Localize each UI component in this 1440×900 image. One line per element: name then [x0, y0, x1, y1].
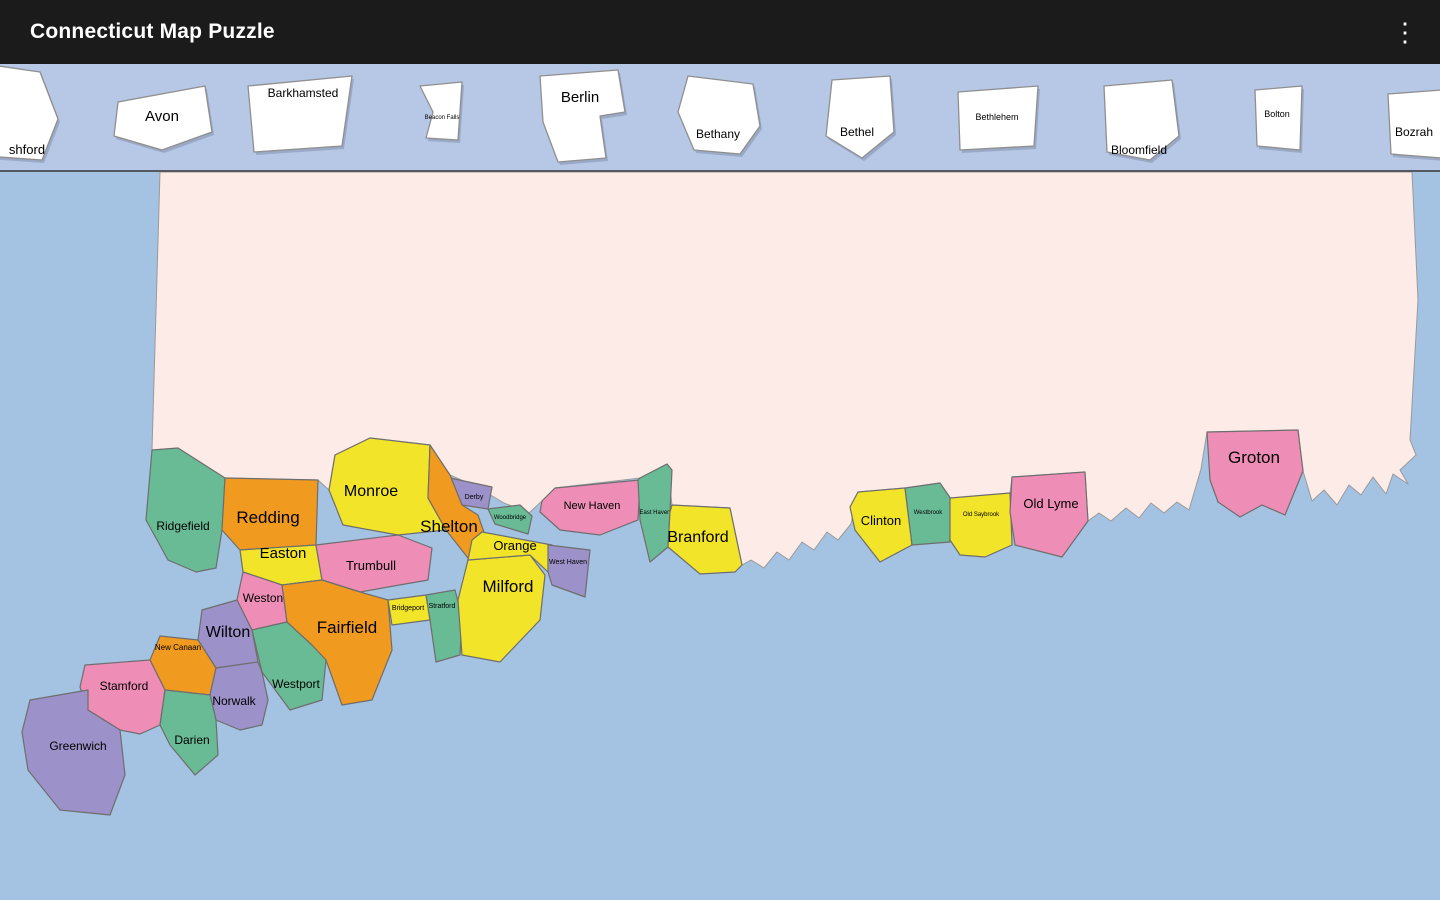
piece-label: shford [9, 142, 45, 157]
piece-label: East Haven [639, 510, 670, 516]
tray-piece-avon[interactable]: Avon [114, 86, 214, 153]
placed-piece-old-saybrook[interactable]: Old Saybrook [950, 493, 1012, 557]
placed-piece-bridgeport[interactable]: Bridgeport [388, 595, 430, 625]
piece-label: Stratford [429, 603, 456, 610]
piece-label: New Haven [564, 500, 621, 512]
piece-label: Bolton [1264, 109, 1290, 119]
piece-label: New Canaan [155, 643, 201, 652]
piece-label: Woodbridge [494, 515, 527, 521]
piece-label: Monroe [344, 483, 398, 500]
piece-label: West Haven [549, 559, 587, 566]
piece-label: Darien [174, 733, 209, 747]
piece-label: Berlin [561, 89, 599, 106]
placed-piece-norwalk[interactable]: Norwalk [210, 662, 268, 730]
app-window: Connecticut Map Puzzle ⋮ shford Avon Barkh… [0, 0, 1440, 900]
piece-tray: shford Avon Barkhamsted Beacon Falls Berlin B… [0, 64, 1440, 172]
piece-label: Beacon Falls [425, 115, 460, 121]
placed-piece-shape [1207, 430, 1303, 517]
piece-label: Bethlehem [975, 112, 1018, 122]
piece-label: Milford [482, 577, 533, 596]
tray-piece-ashford[interactable]: shford [0, 64, 60, 163]
placed-piece-westbrook[interactable]: Westbrook [905, 483, 951, 545]
piece-label: Easton [260, 545, 307, 562]
tray-piece-shape [1388, 90, 1440, 158]
tray-piece-shape [826, 76, 894, 158]
tray-piece-beacon-falls[interactable]: Beacon Falls [420, 82, 464, 143]
piece-label: Weston [243, 591, 283, 605]
piece-label: Bethel [840, 125, 874, 139]
placed-piece-redding[interactable]: Redding [222, 478, 318, 550]
piece-label: Old Saybrook [963, 512, 1000, 518]
piece-label: Ridgefield [156, 519, 209, 533]
tray-piece-shape [678, 76, 760, 154]
tray-piece-bethany[interactable]: Bethany [678, 76, 762, 157]
app-bar: Connecticut Map Puzzle ⋮ [0, 0, 1440, 64]
piece-label: Avon [145, 108, 179, 125]
placed-piece-groton[interactable]: Groton [1207, 430, 1303, 517]
tray-piece-shape [420, 82, 462, 140]
map-canvas: Ridgefield Redding Monroe Derby Woodbridge Sh… [0, 172, 1440, 900]
piece-label: Redding [236, 508, 299, 527]
tray-piece-bozrah[interactable]: Bozrah [1388, 90, 1440, 161]
piece-label: Westbrook [914, 510, 944, 516]
piece-label: Bozrah [1395, 125, 1433, 139]
piece-tray-canvas: shford Avon Barkhamsted Beacon Falls Berlin B… [0, 64, 1440, 170]
piece-label: Groton [1228, 448, 1280, 467]
piece-label: Fairfield [317, 618, 377, 637]
overflow-menu-icon[interactable]: ⋮ [1384, 11, 1426, 53]
piece-label: Old Lyme [1023, 496, 1078, 511]
map-area: Ridgefield Redding Monroe Derby Woodbridge Sh… [0, 172, 1440, 900]
piece-label: Norwalk [212, 694, 256, 708]
placed-piece-shape [950, 493, 1012, 557]
piece-label: Westport [272, 677, 320, 691]
piece-label: Stamford [100, 679, 149, 693]
piece-label: Wilton [206, 624, 250, 641]
piece-label: Clinton [861, 513, 901, 528]
piece-label: Derby [465, 494, 484, 501]
tray-piece-bolton[interactable]: Bolton [1255, 86, 1304, 153]
tray-piece-bethel[interactable]: Bethel [826, 76, 896, 161]
tray-piece-berlin[interactable]: Berlin [540, 70, 627, 165]
piece-label: Branford [667, 529, 728, 546]
piece-label: Bridgeport [392, 605, 424, 612]
piece-label: Trumbull [346, 558, 396, 573]
tray-piece-bloomfield[interactable]: Bloomfield [1104, 80, 1181, 163]
piece-label: Barkhamsted [268, 86, 339, 100]
piece-label: Bloomfield [1111, 143, 1167, 157]
app-title: Connecticut Map Puzzle [30, 20, 275, 44]
piece-label: Orange [493, 538, 536, 553]
piece-label: Bethany [696, 127, 740, 141]
tray-piece-bethlehem[interactable]: Bethlehem [958, 86, 1040, 153]
piece-label: Shelton [420, 517, 478, 536]
tray-piece-barkhamsted[interactable]: Barkhamsted [248, 76, 354, 155]
piece-label: Greenwich [49, 739, 106, 753]
